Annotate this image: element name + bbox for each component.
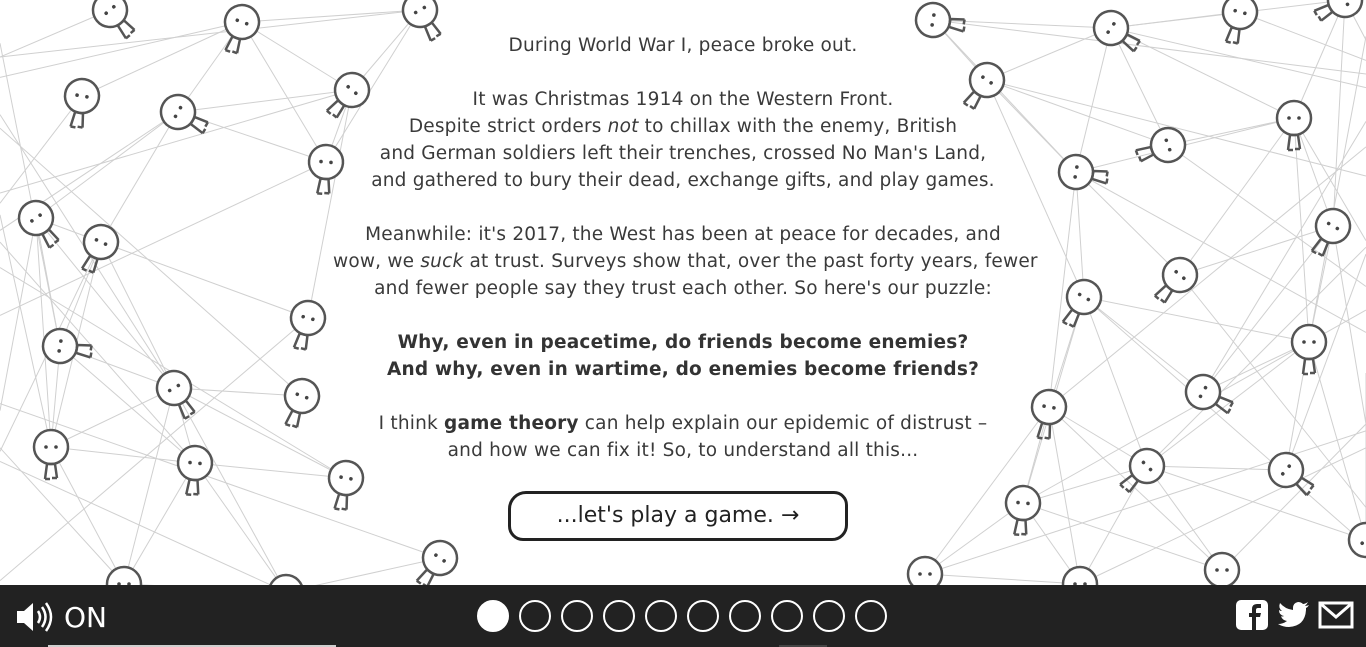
chapter-dot-6[interactable] <box>687 600 719 632</box>
character-figure <box>1134 126 1187 164</box>
question-1: Why, even in peacetime, do friends becom… <box>397 332 969 353</box>
character-figure <box>1267 451 1315 497</box>
intro-line: Meanwhile: it's 2017, the West has been … <box>365 224 1001 245</box>
character-figure <box>105 565 143 585</box>
character-figure <box>906 555 944 585</box>
chapter-dot-1[interactable] <box>477 600 509 632</box>
share-buttons <box>1234 598 1354 632</box>
chapter-dot-3[interactable] <box>561 600 593 632</box>
character-figure <box>415 539 459 585</box>
chapter-dot-8[interactable] <box>771 600 803 632</box>
character-figure <box>1184 373 1234 415</box>
chapter-dot-2[interactable] <box>519 600 551 632</box>
intro-line: and fewer people say they trust each oth… <box>374 278 992 299</box>
character-figure <box>1310 207 1352 257</box>
character-figure <box>91 0 136 40</box>
character-figure <box>1057 153 1109 191</box>
character-figure <box>1290 323 1328 376</box>
character-figure <box>63 77 101 129</box>
chapter-navigation <box>477 600 887 632</box>
play-game-button[interactable]: ...let's play a game. → <box>508 491 848 541</box>
character-figure <box>159 93 209 135</box>
chapter-dot-4[interactable] <box>603 600 635 632</box>
intro-line: and how we can fix it! So, to understand… <box>447 440 919 461</box>
sound-toggle[interactable]: ON <box>14 597 107 637</box>
intro-line: and German soldiers left their trenches,… <box>379 143 987 164</box>
sound-status-label: ON <box>64 600 107 634</box>
twitter-icon[interactable] <box>1276 598 1312 632</box>
character-figure <box>269 573 303 585</box>
character-figure <box>1153 256 1199 304</box>
character-figure <box>1313 0 1364 22</box>
email-icon[interactable] <box>1318 598 1354 632</box>
character-figure <box>289 299 327 351</box>
character-figure <box>1030 388 1068 440</box>
intro-line: Despite strict orders not to chillax wit… <box>408 116 958 137</box>
intro-text: During World War I, peace broke out. It … <box>333 32 1038 491</box>
character-figure <box>176 444 214 497</box>
character-figure <box>1221 0 1259 45</box>
footer-bar: ON <box>0 585 1366 647</box>
facebook-icon[interactable] <box>1234 598 1270 632</box>
intro-line: It was Christmas 1914 on the Western Fro… <box>472 89 894 110</box>
speaker-icon <box>17 602 53 632</box>
character-figure <box>1092 9 1141 53</box>
chapter-dot-7[interactable] <box>729 600 761 632</box>
character-figure <box>283 377 321 429</box>
intro-paragraph-5: I think game theory can help explain our… <box>333 410 1033 464</box>
character-figure <box>41 327 93 365</box>
intro-paragraph-2: It was Christmas 1914 on the Western Fro… <box>333 86 1033 194</box>
character-figure <box>32 428 70 481</box>
character-figure <box>1004 484 1042 537</box>
intro-line: During World War I, peace broke out. <box>508 35 858 56</box>
intro-line: wow, we suck at trust. Surveys show that… <box>333 251 1038 272</box>
intro-paragraph-1: During World War I, peace broke out. <box>333 32 1033 59</box>
intro-line: and gathered to bury their dead, exchang… <box>371 170 995 191</box>
character-figure <box>1347 521 1366 559</box>
character-figure <box>1275 99 1313 152</box>
character-figure <box>1061 565 1099 585</box>
intro-line: I think game theory can help explain our… <box>378 413 988 434</box>
chapter-dot-10[interactable] <box>855 600 887 632</box>
chapter-dot-9[interactable] <box>813 600 845 632</box>
question-2: And why, even in wartime, do enemies bec… <box>386 359 980 380</box>
character-figure <box>155 369 196 420</box>
intro-questions: Why, even in peacetime, do friends becom… <box>333 329 1033 383</box>
intro-paragraph-3: Meanwhile: it's 2017, the West has been … <box>333 221 1038 302</box>
character-figure <box>1203 551 1241 585</box>
chapter-dot-5[interactable] <box>645 600 677 632</box>
